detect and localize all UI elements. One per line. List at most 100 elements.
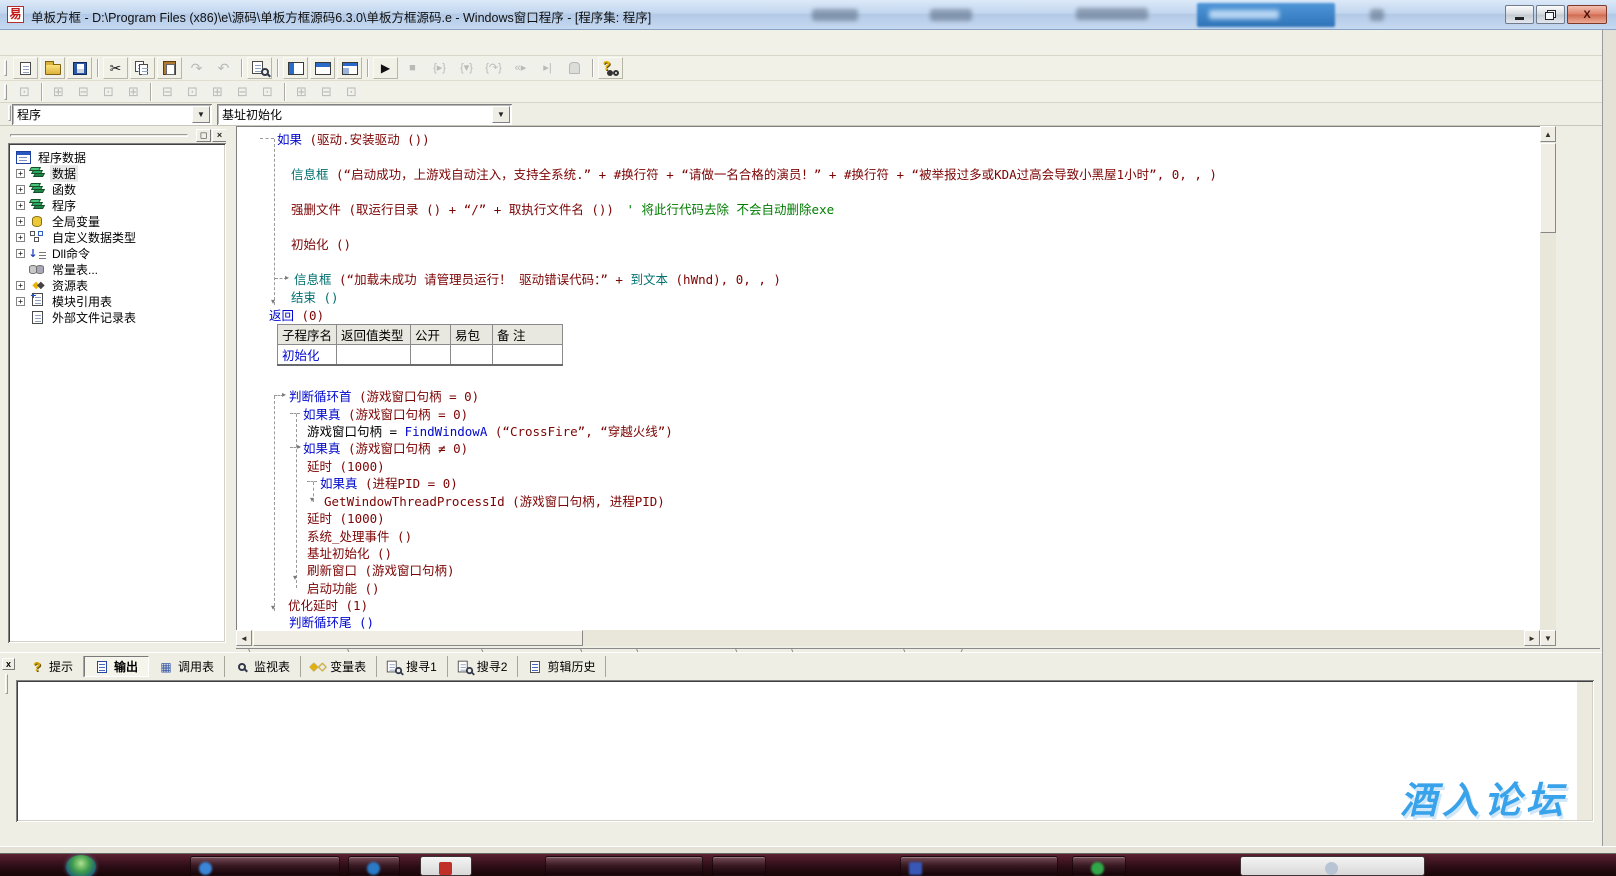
output-tab-输出[interactable]: 输出 bbox=[84, 656, 150, 677]
code-line[interactable]: 启动功能 () bbox=[307, 581, 380, 596]
tree-item-常量表...[interactable]: 常量表... bbox=[16, 261, 224, 277]
table-cell[interactable] bbox=[450, 344, 494, 366]
table-cell[interactable] bbox=[336, 344, 412, 366]
copy-button[interactable] bbox=[130, 57, 155, 79]
tree-item-外部文件记录表[interactable]: 外部文件记录表 bbox=[16, 309, 224, 325]
code-line[interactable]: 优化延时 (1) bbox=[288, 598, 368, 613]
window-hsplit-button[interactable] bbox=[310, 57, 335, 79]
subroutine-table[interactable]: 子程序名 返回值类型 公开 易包备 注初始化 bbox=[276, 324, 564, 366]
output-content[interactable]: 酒入论坛 bbox=[16, 680, 1594, 822]
tree-item-程序数据[interactable]: 程序数据 bbox=[14, 149, 224, 165]
taskbar-button[interactable] bbox=[1072, 856, 1126, 876]
code-line[interactable]: 判断循环首 (游戏窗口句柄 = 0) bbox=[289, 389, 479, 404]
close-button[interactable]: X bbox=[1567, 5, 1607, 24]
panel-close-button[interactable]: × bbox=[212, 129, 227, 142]
tree-item-函数[interactable]: + 函数 bbox=[16, 181, 224, 197]
panel-splitter[interactable] bbox=[226, 126, 236, 652]
output-tab-搜寻2[interactable]: 搜寻2 bbox=[448, 656, 519, 677]
code-line[interactable]: 游戏窗口句柄 = FindWindowA (“CrossFire”, “穿越火线… bbox=[307, 424, 673, 439]
scroll-right-icon[interactable]: ► bbox=[1524, 630, 1540, 646]
tree-expand-icon[interactable]: + bbox=[16, 200, 25, 210]
code-line[interactable]: 延时 (1000) bbox=[307, 459, 385, 474]
open-file-button[interactable] bbox=[40, 57, 65, 79]
minimize-button[interactable] bbox=[1505, 5, 1534, 24]
code-line[interactable]: 信息框 (“启动成功，上游戏自动注入，支持全系统.” + #换行符 + “请做一… bbox=[291, 167, 1217, 182]
tree-item-Dll命令[interactable]: + ↓ Dll命令 bbox=[16, 245, 224, 261]
table-row[interactable]: 初始化 bbox=[276, 344, 564, 366]
toolbar-grip[interactable] bbox=[8, 105, 11, 121]
code-line[interactable]: 如果 (驱动.安装驱动 ()) bbox=[277, 132, 430, 147]
code-line[interactable]: 返回 (0) bbox=[269, 308, 324, 323]
subroutine-combo[interactable]: 基址初始化 ▼ bbox=[217, 104, 512, 125]
table-cell[interactable] bbox=[492, 344, 564, 366]
code-line[interactable]: 基址初始化 () bbox=[307, 546, 392, 561]
taskbar-button[interactable] bbox=[545, 856, 703, 876]
output-tab-剪辑历史[interactable]: 剪辑历史 bbox=[518, 656, 607, 677]
new-file-button[interactable] bbox=[13, 57, 38, 79]
paste-button[interactable] bbox=[157, 57, 182, 79]
output-tab-提示[interactable]: ? 提示 bbox=[20, 656, 85, 677]
code-line[interactable]: 结束 () bbox=[291, 290, 339, 305]
code-line[interactable]: 如果真 (进程PID = 0) bbox=[320, 476, 458, 491]
chevron-down-icon[interactable]: ▼ bbox=[492, 106, 510, 123]
scroll-up-icon[interactable]: ▲ bbox=[1540, 126, 1556, 142]
output-close-button[interactable]: x bbox=[2, 658, 15, 670]
chevron-down-icon[interactable]: ▼ bbox=[192, 106, 210, 123]
window-grid-button[interactable] bbox=[337, 57, 362, 79]
save-button[interactable] bbox=[67, 57, 92, 79]
tree-expand-icon[interactable]: + bbox=[16, 184, 25, 194]
code-line[interactable]: 初始化 () bbox=[291, 237, 351, 252]
tree-expand-icon[interactable]: + bbox=[16, 296, 25, 306]
taskbar-button[interactable] bbox=[1240, 856, 1425, 876]
output-drag-handle[interactable] bbox=[5, 674, 8, 694]
editor-vscrollbar[interactable]: ▲ ▼ bbox=[1540, 126, 1556, 646]
code-line[interactable]: 信息框 (“加载未成功 请管理员运行！ 驱动错误代码：” + 到文本 (hWnd… bbox=[294, 272, 781, 287]
help-find-button[interactable]: ? bbox=[598, 57, 623, 79]
tree-item-程序[interactable]: + 程序 bbox=[16, 197, 224, 213]
panel-float-button[interactable]: ◻ bbox=[196, 129, 211, 142]
table-cell[interactable] bbox=[410, 344, 452, 366]
output-tab-调用表[interactable]: ▦ 调用表 bbox=[149, 656, 226, 677]
window-vsplit-button[interactable] bbox=[283, 57, 308, 79]
vscroll-thumb[interactable] bbox=[1540, 143, 1556, 233]
restore-button[interactable] bbox=[1536, 5, 1565, 24]
output-vscrollbar[interactable] bbox=[1577, 682, 1592, 820]
taskbar-button[interactable] bbox=[348, 856, 400, 876]
section-combo[interactable]: 程序 ▼ bbox=[12, 104, 212, 125]
run-button[interactable]: ▶ bbox=[373, 57, 398, 79]
taskbar-button-active[interactable] bbox=[420, 856, 472, 876]
tree-item-数据[interactable]: + 数据 bbox=[16, 164, 224, 182]
find-button[interactable] bbox=[247, 57, 272, 79]
scroll-down-icon[interactable]: ▼ bbox=[1540, 630, 1556, 646]
code-line[interactable]: 强删文件 (取运行目录 () + “/” + 取执行文件名 ()) ' 将此行代… bbox=[291, 202, 834, 217]
taskbar-button[interactable] bbox=[190, 856, 340, 876]
tree-expand-icon[interactable]: + bbox=[16, 216, 25, 226]
tree-item-资源表[interactable]: + ◆◆ 资源表 bbox=[16, 277, 224, 293]
cut-button[interactable]: ✂ bbox=[103, 57, 128, 79]
panel-drag-handle[interactable] bbox=[10, 134, 188, 137]
code-line[interactable]: GetWindowThreadProcessId (游戏窗口句柄, 进程PID) bbox=[324, 494, 665, 509]
code-line[interactable]: 刷新窗口 (游戏窗口句柄) bbox=[307, 563, 455, 578]
toolbar-grip[interactable] bbox=[4, 83, 7, 100]
table-cell[interactable]: 初始化 bbox=[276, 344, 338, 366]
taskbar-button[interactable] bbox=[712, 856, 766, 876]
code-line[interactable]: 延时 (1000) bbox=[307, 511, 385, 526]
tree-expand-icon[interactable]: + bbox=[16, 248, 25, 258]
taskbar-button[interactable] bbox=[900, 856, 1058, 876]
tree-expand-icon[interactable]: + bbox=[16, 280, 25, 290]
output-tab-搜寻1[interactable]: 搜寻1 bbox=[377, 656, 448, 677]
tree-item-模块引用表[interactable]: + + 模块引用表 bbox=[16, 291, 224, 309]
tree-expand-icon[interactable]: + bbox=[16, 168, 25, 178]
hscroll-thumb[interactable] bbox=[253, 630, 583, 646]
code-line[interactable]: 如果真 (游戏窗口句柄 ≠ 0) bbox=[303, 441, 468, 456]
code-editor[interactable]: ▾ ▸ ▸ ▾ ▸ ▾ ▾ 子程序名 返回值类型 公开 易包备 注初始化 如果 (驱动… bbox=[236, 126, 1540, 630]
editor-hscrollbar[interactable]: ◄ ► bbox=[236, 630, 1540, 646]
tree-item-自定义数据类型[interactable]: + 自定义数据类型 bbox=[16, 229, 224, 245]
code-line[interactable]: 系统_处理事件 () bbox=[307, 529, 412, 544]
output-tab-变量表[interactable]: ◆◇ 变量表 bbox=[301, 656, 378, 677]
code-line[interactable]: 判断循环尾 () bbox=[289, 615, 374, 630]
tree-item-全局变量[interactable]: + 全局变量 bbox=[16, 213, 224, 229]
start-button[interactable] bbox=[66, 855, 96, 876]
toolbar-grip[interactable] bbox=[4, 60, 7, 76]
code-line[interactable]: 如果真 (游戏窗口句柄 = 0) bbox=[303, 407, 468, 422]
